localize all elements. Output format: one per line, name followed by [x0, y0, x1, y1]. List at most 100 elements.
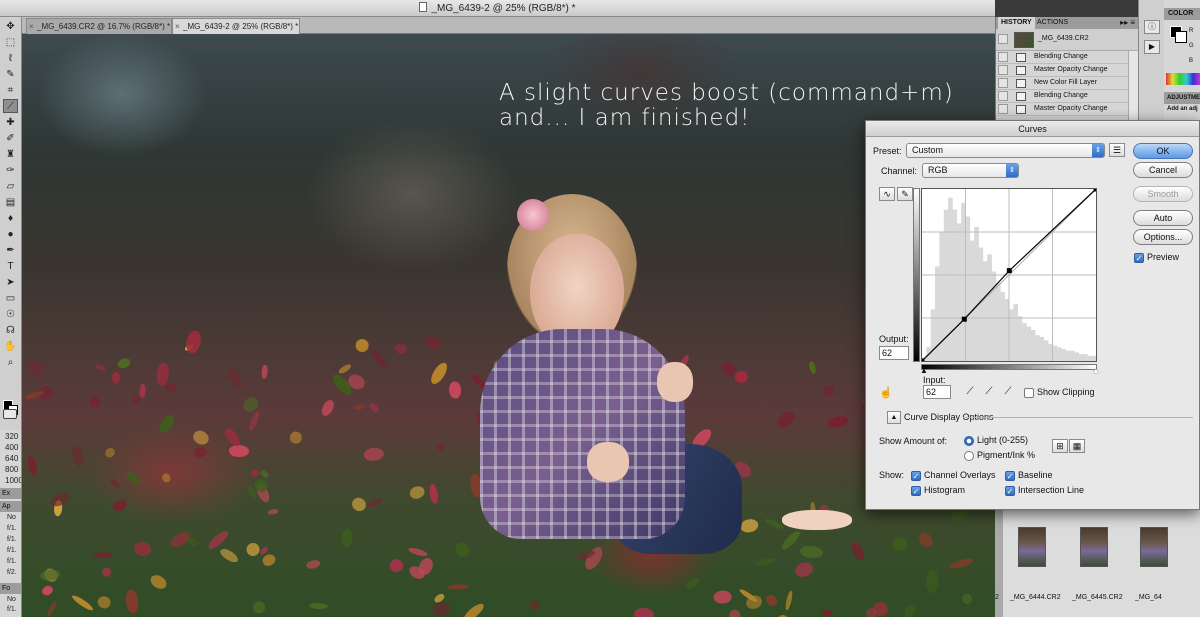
history-snapshot[interactable]: _MG_6439.CR2	[996, 29, 1139, 51]
state-checkbox[interactable]	[998, 78, 1008, 88]
dodge-tool-icon[interactable]: ●	[3, 227, 18, 241]
history-state[interactable]: Blending Change	[996, 51, 1129, 64]
brush-tool-icon[interactable]: ✐	[3, 131, 18, 145]
curve-control-point[interactable]	[961, 316, 967, 322]
cancel-button[interactable]: Cancel	[1133, 162, 1193, 178]
history-state-label: Blending Change	[1034, 92, 1088, 99]
clone-stamp-tool-icon[interactable]: ♜	[3, 147, 18, 161]
section-header[interactable]: Fo	[0, 583, 21, 594]
aperture-item[interactable]: f/1.	[7, 536, 17, 543]
aperture-item[interactable]: f/2.	[7, 569, 17, 576]
curve-edit-points-icon[interactable]: ∿	[879, 187, 895, 201]
ok-button[interactable]: OK	[1133, 143, 1193, 159]
state-checkbox[interactable]	[998, 91, 1008, 101]
color-background-swatch[interactable]	[1175, 31, 1187, 43]
tab-close-icon[interactable]: ×	[29, 19, 34, 34]
curve-control-point[interactable]	[919, 358, 925, 364]
curve-control-point[interactable]	[1093, 186, 1099, 192]
simple-grid-icon[interactable]: ⊞	[1052, 439, 1068, 453]
state-checkbox[interactable]	[998, 52, 1008, 62]
on-image-adjust-hand-icon[interactable]: ☝	[879, 386, 893, 399]
aperture-item[interactable]: f/1.	[7, 547, 17, 554]
history-state[interactable]: Blending Change	[996, 90, 1129, 103]
3d-orbit-tool-icon[interactable]: ☊	[3, 323, 18, 337]
move-tool-icon[interactable]: ✥	[3, 19, 18, 33]
curve-graph-svg[interactable]	[919, 186, 1099, 364]
curve-graph[interactable]	[919, 186, 1099, 364]
focal-item[interactable]: No	[7, 596, 16, 603]
pigment-radio[interactable]	[964, 451, 974, 461]
shape-tool-icon[interactable]: ▭	[3, 291, 18, 305]
curve-control-point[interactable]	[1006, 268, 1012, 274]
focal-item[interactable]: f/1.	[7, 606, 17, 613]
thumbnail-image[interactable]	[1140, 527, 1168, 567]
expand-triangle-icon[interactable]: ▲	[887, 411, 901, 424]
lasso-tool-icon[interactable]: ℓ	[3, 51, 18, 65]
light-radio[interactable]	[964, 436, 974, 446]
tab-close-icon[interactable]: ×	[175, 19, 180, 34]
eyedropper-tool-icon[interactable]: ⟋	[3, 99, 18, 113]
thumbnail-image[interactable]	[1080, 527, 1108, 567]
white-point-slider-icon[interactable]: ▲	[1092, 366, 1100, 375]
channel-overlays-checkbox[interactable]: ✓	[911, 471, 921, 481]
hand-tool-icon[interactable]: ✋	[3, 339, 18, 353]
healing-brush-tool-icon[interactable]: ✚	[3, 115, 18, 129]
tab-actions[interactable]: ACTIONS	[1034, 17, 1071, 29]
detailed-grid-icon[interactable]: ▦	[1069, 439, 1085, 453]
tab-adjustments[interactable]: ADJUSTME	[1164, 92, 1200, 104]
color-spectrum-ramp[interactable]	[1166, 73, 1200, 85]
state-checkbox[interactable]	[998, 104, 1008, 114]
panel-menu-icon[interactable]: ▸▸ ≡	[1120, 17, 1135, 29]
state-checkbox[interactable]	[998, 65, 1008, 75]
eraser-tool-icon[interactable]: ▱	[3, 179, 18, 193]
curve-draw-pencil-icon[interactable]: ✎	[897, 187, 913, 201]
show-clipping-checkbox[interactable]	[1024, 388, 1034, 398]
tab-color[interactable]: COLOR	[1164, 8, 1200, 20]
white-eyedropper-icon[interactable]: ⟋	[1002, 386, 1014, 398]
baseline-checkbox[interactable]: ✓	[1005, 471, 1015, 481]
intersection-line-checkbox[interactable]: ✓	[1005, 486, 1015, 496]
blur-tool-icon[interactable]: ♦	[3, 211, 18, 225]
history-scrollbar[interactable]	[1128, 51, 1138, 123]
pen-tool-icon[interactable]: ✒	[3, 243, 18, 257]
section-header[interactable]: Ap	[0, 501, 21, 512]
gray-eyedropper-icon[interactable]: ⟋	[983, 386, 995, 398]
tab-history[interactable]: HISTORY	[998, 17, 1035, 29]
black-point-slider-icon[interactable]: ▲	[920, 366, 928, 375]
aperture-item[interactable]: f/1.	[7, 558, 17, 565]
3d-rotate-tool-icon[interactable]: ☉	[3, 307, 18, 321]
auto-button[interactable]: Auto	[1133, 210, 1193, 226]
history-brush-source-checkbox[interactable]	[998, 34, 1008, 44]
section-header[interactable]: Ex	[0, 488, 21, 499]
history-state[interactable]: Master Opacity Change	[996, 64, 1129, 77]
tab-document-2[interactable]: × _MG_6439-2 @ 25% (RGB/8*) *	[172, 18, 300, 34]
type-tool-icon[interactable]: T	[3, 259, 18, 273]
channel-select[interactable]: RGB ⇕	[922, 163, 1019, 178]
info-panel-icon[interactable]: ⓘ	[1144, 20, 1160, 34]
black-eyedropper-icon[interactable]: ⟋	[964, 386, 976, 398]
history-state[interactable]: New Color Fill Layer	[996, 77, 1129, 90]
output-field[interactable]: 62	[879, 346, 909, 360]
smooth-button[interactable]: Smooth	[1133, 186, 1193, 202]
aperture-item[interactable]: No	[7, 514, 16, 521]
preset-options-icon[interactable]: ☰	[1109, 143, 1125, 157]
history-brush-tool-icon[interactable]: ✑	[3, 163, 18, 177]
preset-select[interactable]: Custom ⇕	[906, 143, 1105, 158]
crop-tool-icon[interactable]: ⌗	[3, 83, 18, 97]
zoom-tool-icon[interactable]: ⌕	[3, 355, 18, 369]
play-panel-icon[interactable]: ▶	[1144, 40, 1160, 54]
marquee-tool-icon[interactable]: ⬚	[3, 35, 18, 49]
path-selection-tool-icon[interactable]: ➤	[3, 275, 18, 289]
thumbnail-image[interactable]	[1018, 527, 1046, 567]
history-state[interactable]: Master Opacity Change	[996, 103, 1129, 116]
document-canvas[interactable]: A slight curves boost (command+m) and...…	[22, 34, 995, 617]
options-button[interactable]: Options...	[1133, 229, 1193, 245]
preview-checkbox[interactable]: ✓	[1134, 253, 1144, 263]
tab-document-1[interactable]: × _MG_6439.CR2 @ 16.7% (RGB/8*) *	[26, 18, 172, 34]
input-field[interactable]: 62	[923, 385, 951, 399]
histogram-checkbox[interactable]: ✓	[911, 486, 921, 496]
aperture-item[interactable]: f/1.	[7, 525, 17, 532]
gradient-tool-icon[interactable]: ▤	[3, 195, 18, 209]
quick-mask-button[interactable]	[3, 409, 17, 419]
quick-selection-tool-icon[interactable]: ✎	[3, 67, 18, 81]
